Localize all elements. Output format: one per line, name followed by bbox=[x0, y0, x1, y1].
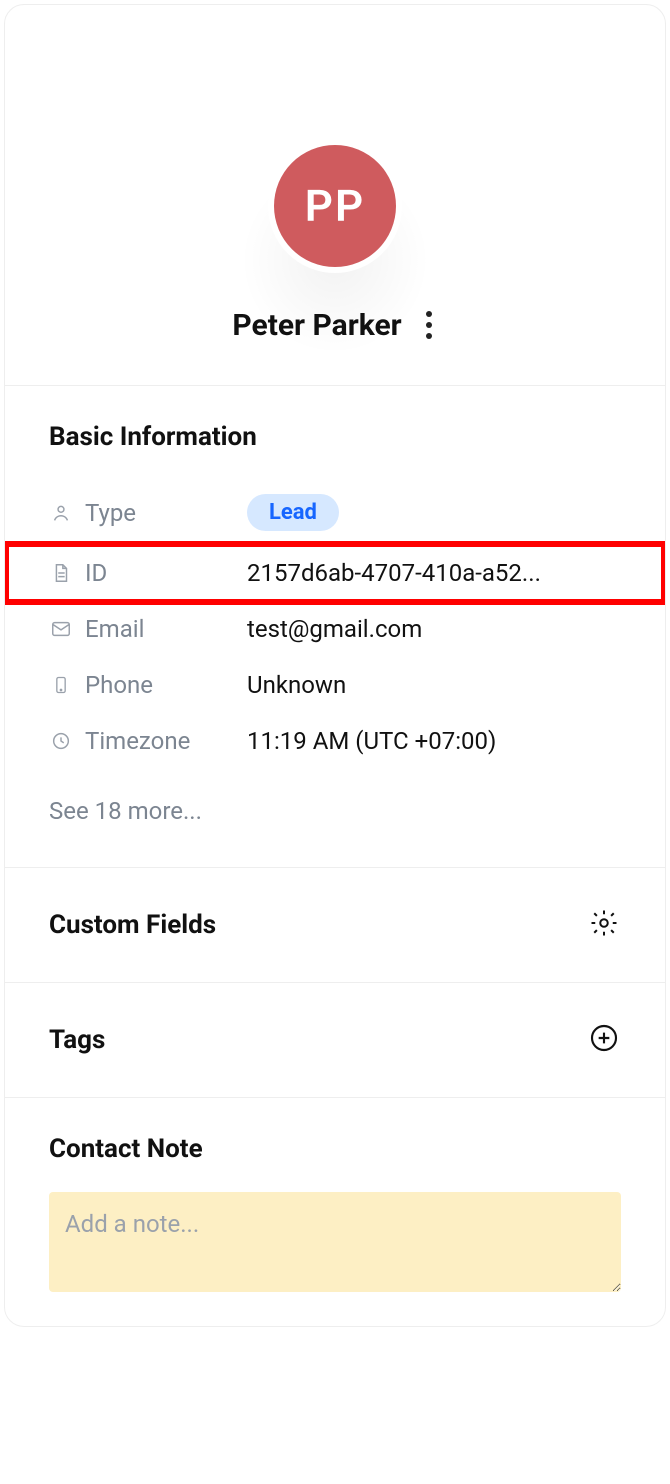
email-label: Email bbox=[85, 615, 235, 643]
person-icon bbox=[49, 501, 73, 525]
phone-label: Phone bbox=[85, 671, 235, 699]
phone-row: Phone Unknown bbox=[49, 657, 621, 713]
avatar-container: PP bbox=[225, 145, 445, 325]
custom-fields-title: Custom Fields bbox=[49, 910, 216, 940]
id-value: 2157d6ab-4707-410a-a52... bbox=[247, 559, 541, 587]
document-icon bbox=[49, 561, 73, 585]
clock-icon bbox=[49, 729, 73, 753]
tags-section: Tags bbox=[5, 983, 665, 1097]
timezone-label: Timezone bbox=[85, 727, 235, 755]
plus-circle-icon bbox=[588, 1022, 620, 1058]
custom-fields-settings-button[interactable] bbox=[587, 908, 621, 942]
id-label: ID bbox=[85, 559, 235, 587]
contact-note-input[interactable] bbox=[49, 1192, 621, 1292]
contact-card: PP Peter Parker Basic Information Type L… bbox=[4, 4, 666, 1327]
contact-note-section: Contact Note bbox=[5, 1098, 665, 1164]
basic-information-title: Basic Information bbox=[49, 422, 621, 452]
email-row: Email test@gmail.com bbox=[49, 601, 621, 657]
phone-icon bbox=[49, 673, 73, 697]
hero-section: PP Peter Parker bbox=[5, 5, 665, 385]
tags-title: Tags bbox=[49, 1025, 105, 1055]
timezone-value: 11:19 AM (UTC +07:00) bbox=[247, 727, 496, 755]
type-label: Type bbox=[85, 499, 235, 527]
phone-value: Unknown bbox=[247, 671, 346, 699]
basic-information-section: Basic Information Type Lead ID 2157d6ab-… bbox=[5, 386, 665, 867]
see-more-link[interactable]: See 18 more... bbox=[49, 769, 621, 857]
timezone-row: Timezone 11:19 AM (UTC +07:00) bbox=[49, 713, 621, 769]
avatar: PP bbox=[274, 145, 396, 267]
email-value: test@gmail.com bbox=[247, 615, 422, 643]
custom-fields-section: Custom Fields bbox=[5, 868, 665, 982]
type-badge[interactable]: Lead bbox=[247, 494, 339, 531]
id-row: ID 2157d6ab-4707-410a-a52... bbox=[49, 545, 621, 601]
type-row: Type Lead bbox=[49, 480, 621, 545]
add-tag-button[interactable] bbox=[587, 1023, 621, 1057]
contact-note-title: Contact Note bbox=[49, 1134, 621, 1164]
mail-icon bbox=[49, 617, 73, 641]
gear-icon bbox=[589, 908, 619, 942]
